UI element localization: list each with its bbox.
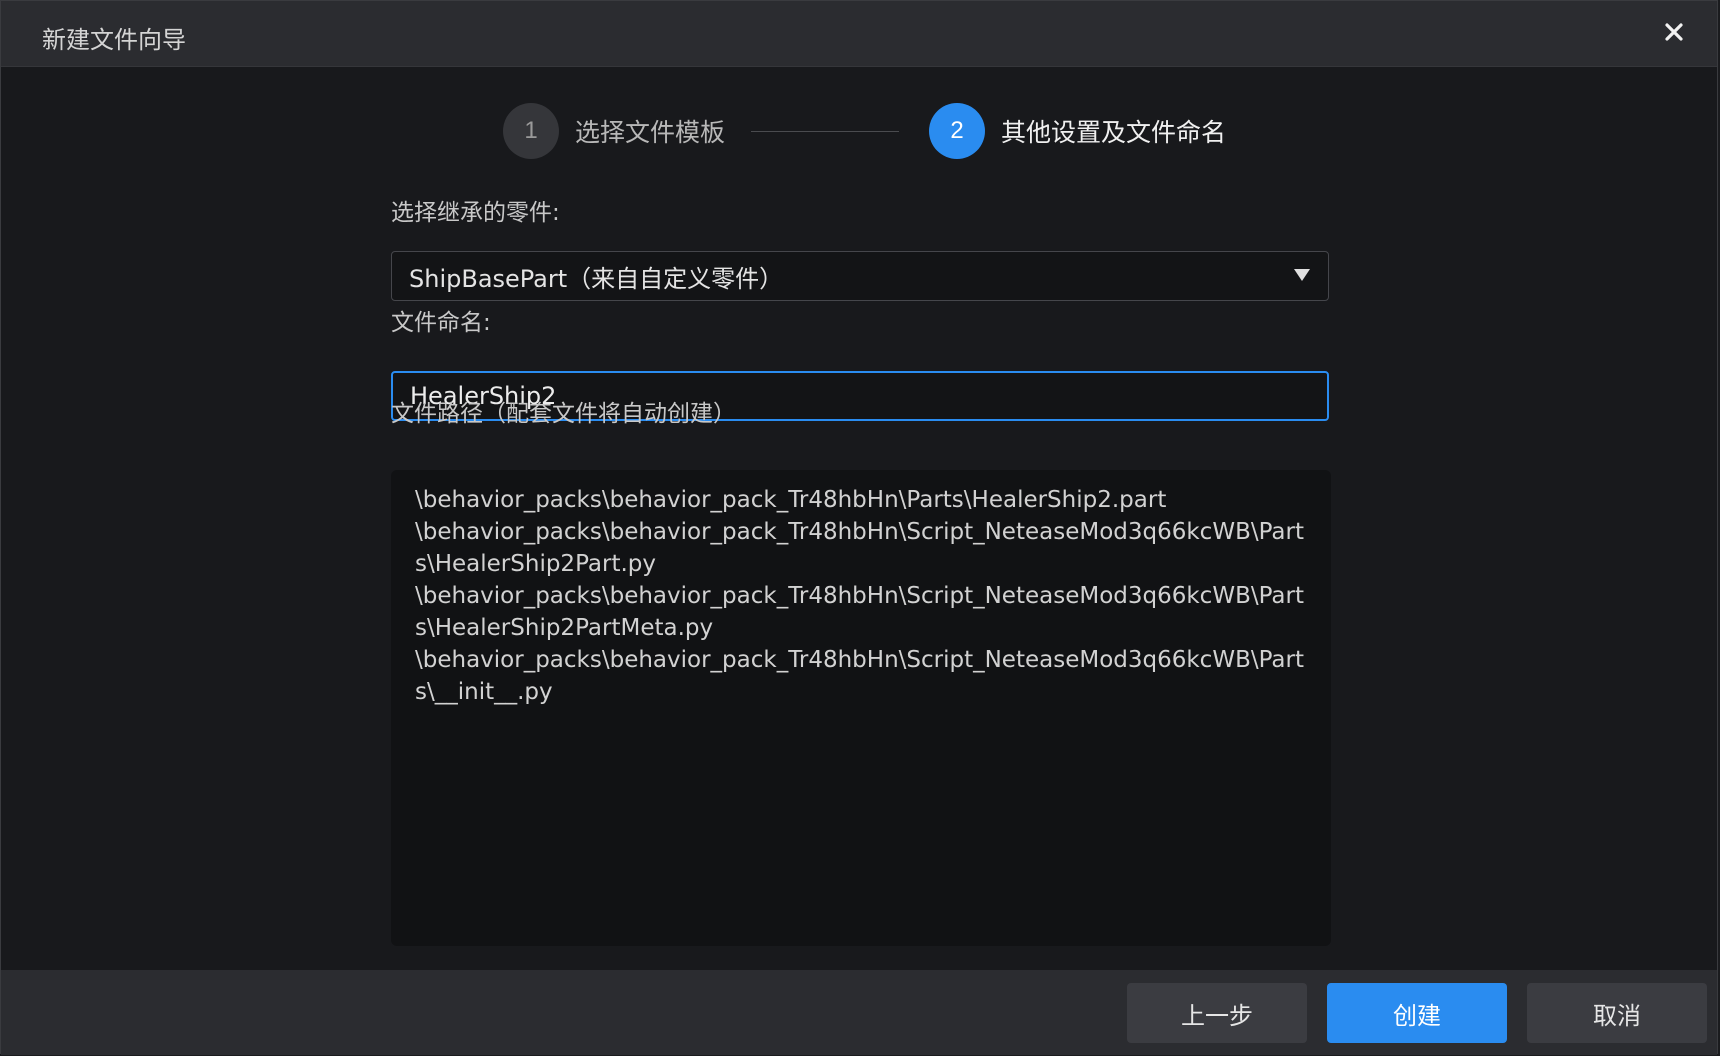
caret-down-icon <box>1294 269 1310 281</box>
cancel-button[interactable]: 取消 <box>1527 983 1707 1043</box>
file-path-item: \behavior_packs\behavior_pack_Tr48hbHn\S… <box>415 583 1305 641</box>
file-path-label: 文件路径（配套文件将自动创建） <box>391 401 736 427</box>
step-2-label: 其他设置及文件命名 <box>1001 118 1227 147</box>
create-button[interactable]: 创建 <box>1327 983 1507 1043</box>
parent-part-value: ShipBasePart（来自自定义零件） <box>409 264 784 293</box>
step-1-number: 1 <box>503 103 559 159</box>
file-name-label: 文件命名: <box>391 310 491 336</box>
step-2-number: 2 <box>929 103 985 159</box>
footer-bar: 上一步 创建 取消 <box>1 970 1717 1055</box>
window-title: 新建文件向导 <box>42 26 186 54</box>
previous-step-button[interactable]: 上一步 <box>1127 983 1307 1043</box>
parent-part-select[interactable]: ShipBasePart（来自自定义零件） <box>391 251 1329 301</box>
close-button[interactable] <box>1657 15 1691 49</box>
step-1-label: 选择文件模板 <box>575 118 726 147</box>
file-path-item: \behavior_packs\behavior_pack_Tr48hbHn\S… <box>415 647 1305 705</box>
parent-part-label: 选择继承的零件: <box>391 200 560 226</box>
file-path-item: \behavior_packs\behavior_pack_Tr48hbHn\S… <box>415 519 1305 577</box>
step-2: 2 其他设置及文件命名 <box>929 103 1226 159</box>
step-connector <box>751 131 899 132</box>
step-1: 1 选择文件模板 <box>503 103 725 159</box>
wizard-content: 1 选择文件模板 2 其他设置及文件命名 选择继承的零件: ShipBasePa… <box>1 67 1717 970</box>
file-path-list: \behavior_packs\behavior_pack_Tr48hbHn\P… <box>391 470 1331 946</box>
title-bar: 新建文件向导 <box>1 1 1717 67</box>
new-file-wizard-dialog: 新建文件向导 1 选择文件模板 2 其他设置及文件命名 选择继承的零件: Shi… <box>0 0 1718 1055</box>
close-icon <box>1665 23 1683 41</box>
file-path-item: \behavior_packs\behavior_pack_Tr48hbHn\P… <box>415 487 1167 513</box>
